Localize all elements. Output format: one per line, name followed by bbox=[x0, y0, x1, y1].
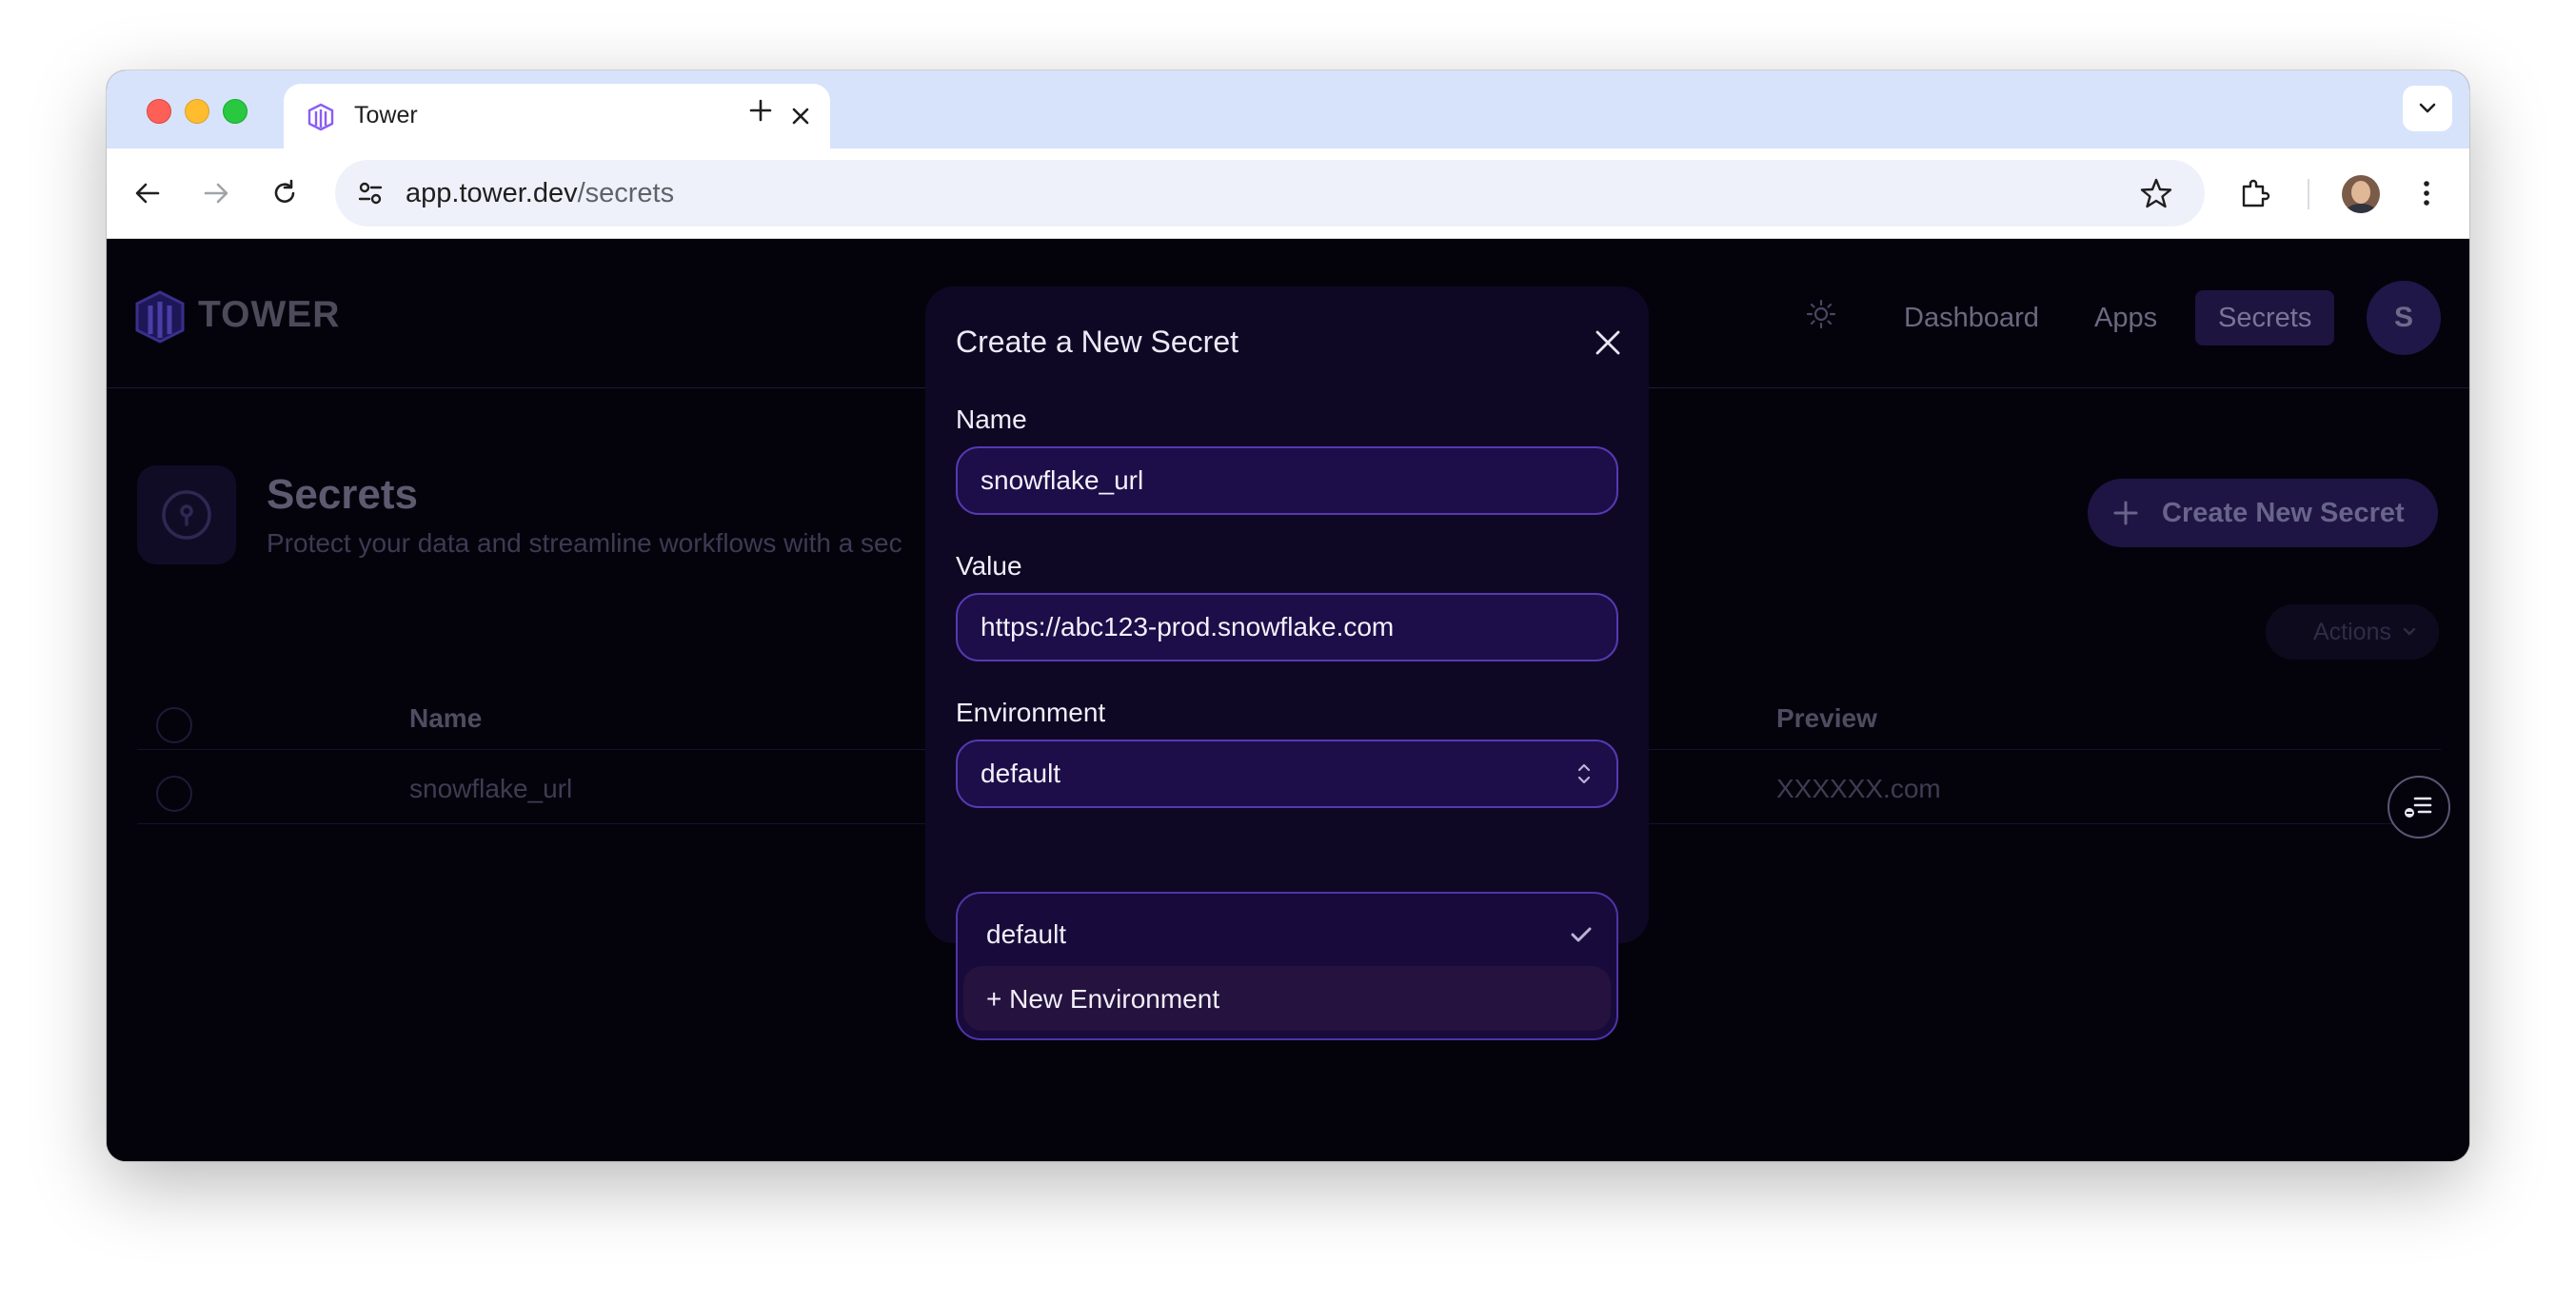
nav-secrets[interactable]: Secrets bbox=[2195, 290, 2335, 345]
nav-apps[interactable]: Apps bbox=[2071, 290, 2180, 345]
secret-name-cell: snowflake_url bbox=[409, 774, 573, 803]
forward-arrow-icon[interactable] bbox=[198, 175, 234, 211]
plus-icon bbox=[2113, 501, 2138, 525]
page-content: TOWER Dashboard Apps Secrets S Secrets P… bbox=[107, 239, 2469, 1161]
checkmark-icon bbox=[1571, 927, 1592, 942]
option-label: default bbox=[986, 919, 1067, 949]
nav-dashboard[interactable]: Dashboard bbox=[1881, 290, 2062, 345]
address-bar[interactable]: app.tower.dev/secrets bbox=[335, 160, 2205, 227]
close-window-button[interactable] bbox=[147, 99, 171, 124]
secrets-keyhole-icon bbox=[137, 465, 236, 564]
column-header-preview[interactable]: Preview bbox=[1776, 703, 1877, 734]
secret-value-input[interactable] bbox=[956, 593, 1618, 661]
tab-search-button[interactable] bbox=[2403, 86, 2452, 131]
page-title: Secrets bbox=[267, 471, 419, 518]
minimize-window-button[interactable] bbox=[185, 99, 209, 124]
browser-toolbar: app.tower.dev/secrets bbox=[107, 148, 2469, 239]
actions-dropdown-button[interactable]: Actions bbox=[2266, 604, 2439, 660]
chevron-down-icon bbox=[2419, 103, 2436, 113]
url-path: /secrets bbox=[577, 178, 675, 208]
page-subtitle: Protect your data and streamline workflo… bbox=[267, 528, 902, 558]
environment-select[interactable]: default bbox=[956, 740, 1618, 808]
more-options-icon[interactable] bbox=[2408, 175, 2445, 211]
option-label: + New Environment bbox=[986, 984, 1220, 1014]
environment-selected-value: default bbox=[981, 759, 1061, 788]
create-secret-modal: Create a New Secret Name Value Environme… bbox=[925, 286, 1649, 943]
environment-field-label: Environment bbox=[956, 698, 1106, 727]
actions-label: Actions bbox=[2313, 619, 2391, 645]
site-settings-icon[interactable] bbox=[354, 177, 386, 209]
url-text: app.tower.dev/secrets bbox=[406, 178, 674, 209]
tower-favicon-icon bbox=[307, 103, 334, 131]
secret-preview-cell: XXXXXX.com bbox=[1776, 774, 1941, 803]
maximize-window-button[interactable] bbox=[223, 99, 248, 124]
modal-title: Create a New Secret bbox=[956, 325, 1239, 359]
new-tab-icon[interactable] bbox=[744, 94, 777, 127]
name-field-label: Name bbox=[956, 404, 1027, 434]
chevron-down-icon bbox=[2403, 627, 2416, 636]
value-field-label: Value bbox=[956, 551, 1022, 581]
tower-logo-icon[interactable] bbox=[133, 288, 187, 345]
row-checkbox[interactable] bbox=[156, 776, 192, 812]
bookmark-star-icon[interactable] bbox=[2138, 175, 2174, 211]
profile-avatar[interactable] bbox=[2342, 175, 2380, 213]
tab-strip: Tower bbox=[107, 70, 2469, 148]
reload-icon[interactable] bbox=[267, 175, 303, 211]
filter-list-icon bbox=[2405, 797, 2432, 818]
user-avatar[interactable]: S bbox=[2367, 281, 2441, 355]
environment-option-default[interactable]: default bbox=[963, 901, 1611, 966]
filter-options-button[interactable] bbox=[2388, 776, 2450, 838]
back-arrow-icon[interactable] bbox=[129, 175, 166, 211]
tab-title: Tower bbox=[354, 102, 418, 128]
environment-option-new[interactable]: + New Environment bbox=[963, 966, 1611, 1031]
brand-name[interactable]: TOWER bbox=[198, 294, 340, 336]
create-new-secret-label: Create New Secret bbox=[2162, 498, 2405, 528]
select-all-checkbox[interactable] bbox=[156, 707, 192, 743]
close-icon[interactable] bbox=[1592, 326, 1624, 359]
environment-options-list: default + New Environment bbox=[956, 892, 1618, 1040]
theme-toggle-sun-icon[interactable] bbox=[1805, 298, 1837, 330]
url-host: app.tower.dev bbox=[406, 178, 578, 208]
extensions-puzzle-icon[interactable] bbox=[2237, 175, 2273, 211]
chevron-up-down-icon bbox=[1577, 763, 1591, 784]
browser-window: Tower app.tower.dev/secrets TOWER Dashbo… bbox=[107, 70, 2469, 1161]
create-new-secret-button[interactable]: Create New Secret bbox=[2088, 479, 2438, 547]
close-tab-icon[interactable] bbox=[786, 102, 815, 130]
secret-name-input[interactable] bbox=[956, 446, 1618, 515]
column-header-name[interactable]: Name bbox=[409, 703, 482, 734]
toolbar-divider bbox=[2308, 179, 2309, 209]
